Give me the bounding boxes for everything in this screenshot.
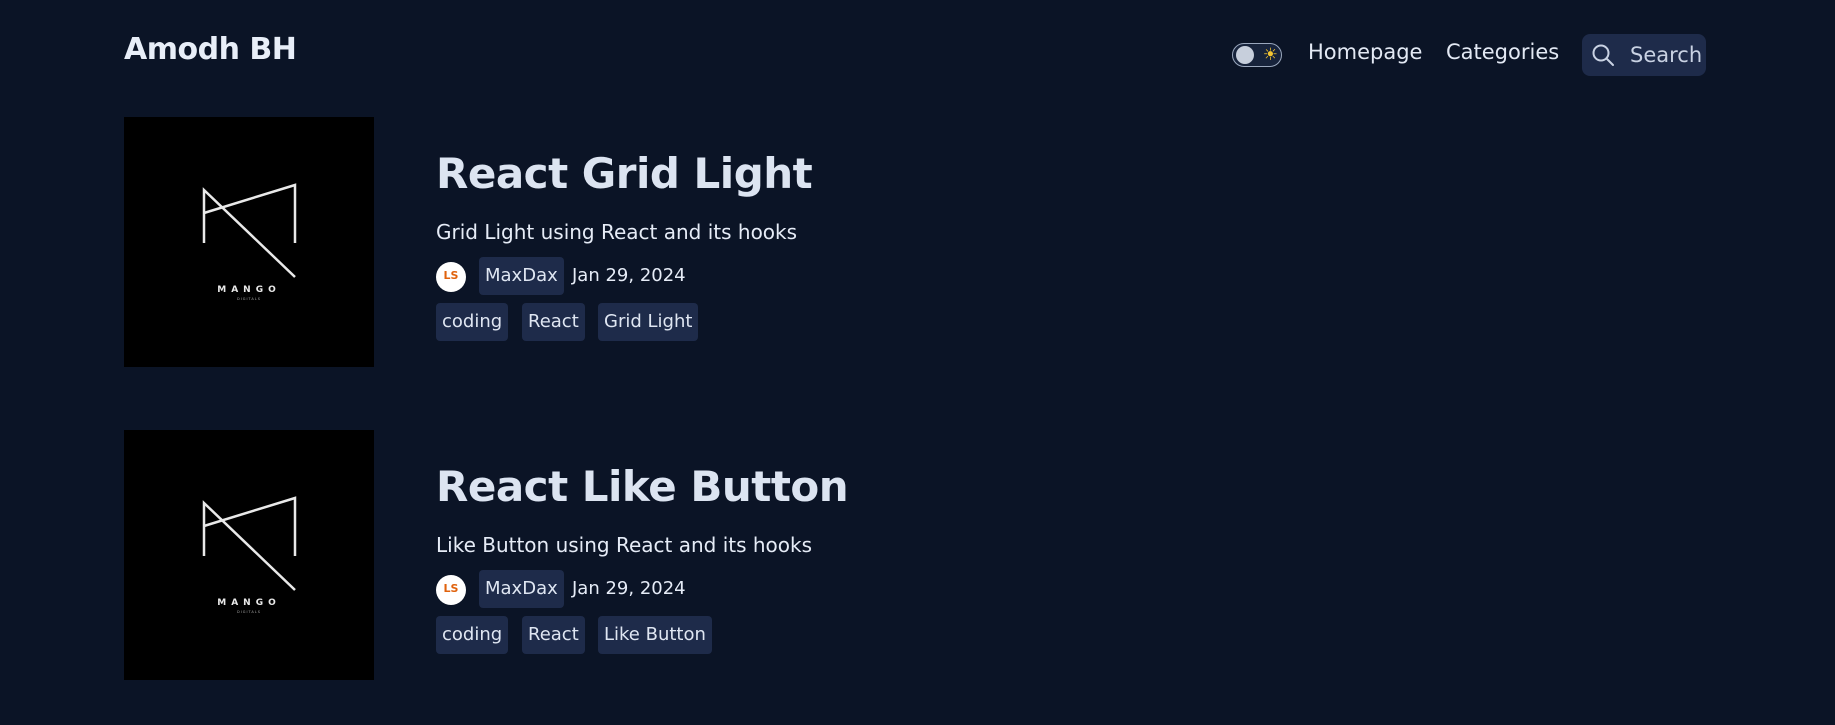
tag-chip[interactable]: Like Button bbox=[598, 616, 712, 654]
avatar: LS bbox=[436, 575, 466, 605]
toggle-knob bbox=[1236, 46, 1254, 64]
tag-list: coding React Grid Light bbox=[436, 303, 1036, 343]
avatar-text: LS bbox=[443, 269, 459, 282]
mango-logo: MANGO DIGITALS bbox=[202, 496, 297, 614]
post-thumbnail[interactable]: MANGO DIGITALS bbox=[124, 430, 374, 680]
mango-logo: MANGO DIGITALS bbox=[202, 183, 297, 301]
sun-icon: ☀ bbox=[1262, 45, 1278, 65]
nav-categories-link[interactable]: Categories bbox=[1446, 40, 1559, 64]
author-chip[interactable]: MaxDax bbox=[479, 570, 564, 608]
post-date: Jan 29, 2024 bbox=[572, 578, 686, 599]
search-icon bbox=[1591, 43, 1615, 67]
tag-chip[interactable]: Grid Light bbox=[598, 303, 699, 341]
avatar: LS bbox=[436, 262, 466, 292]
site-brand[interactable]: Amodh BH bbox=[124, 32, 297, 67]
post-thumbnail[interactable]: MANGO DIGITALS bbox=[124, 117, 374, 367]
post-card: MANGO DIGITALS React Grid Light Grid Lig… bbox=[124, 117, 1724, 367]
avatar-text: LS bbox=[443, 582, 459, 595]
post-card: MANGO DIGITALS React Like Button Like Bu… bbox=[124, 430, 1724, 680]
post-description: Like Button using React and its hooks bbox=[436, 533, 813, 557]
tag-chip[interactable]: coding bbox=[436, 616, 509, 654]
logo-text: MANGO bbox=[217, 598, 281, 608]
post-description: Grid Light using React and its hooks bbox=[436, 220, 798, 244]
site-header: Amodh BH ☀ Homepage Categories Search bbox=[0, 0, 1835, 110]
post-date: Jan 29, 2024 bbox=[572, 265, 686, 286]
post-meta: LS MaxDax Jan 29, 2024 bbox=[436, 257, 1036, 295]
search-button[interactable]: Search bbox=[1582, 34, 1706, 76]
tag-chip[interactable]: React bbox=[522, 303, 585, 341]
logo-subtext: DIGITALS bbox=[237, 297, 261, 301]
logo-text: MANGO bbox=[217, 285, 281, 295]
theme-toggle[interactable]: ☀ bbox=[1232, 43, 1282, 67]
tag-chip[interactable]: coding bbox=[436, 303, 509, 341]
tag-list: coding React Like Button bbox=[436, 616, 1036, 656]
tag-chip[interactable]: React bbox=[522, 616, 585, 654]
post-meta: LS MaxDax Jan 29, 2024 bbox=[436, 570, 1036, 608]
post-title[interactable]: React Like Button bbox=[436, 462, 849, 511]
nav-homepage-link[interactable]: Homepage bbox=[1308, 40, 1422, 64]
search-label: Search bbox=[1630, 43, 1703, 67]
logo-subtext: DIGITALS bbox=[237, 610, 261, 614]
post-title[interactable]: React Grid Light bbox=[436, 149, 813, 198]
author-chip[interactable]: MaxDax bbox=[479, 257, 564, 295]
